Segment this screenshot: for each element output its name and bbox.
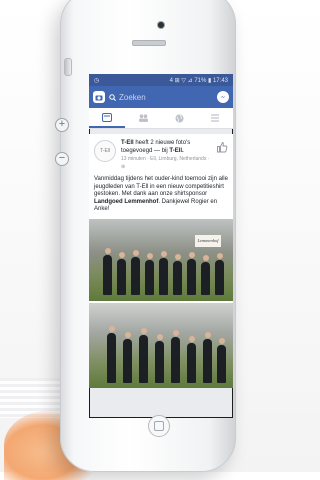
post-with-prefix: — bij — [154, 147, 168, 154]
messenger-icon[interactable] — [217, 91, 229, 103]
post-header: T-Ell T-Ell heeft 2 nieuwe foto's toegev… — [94, 140, 228, 171]
feed-icon — [102, 112, 112, 122]
search-icon — [109, 93, 116, 101]
volume-up-button: + — [55, 118, 69, 132]
avatar-text: T-Ell — [100, 148, 110, 154]
search-bar: Zoeken — [89, 86, 233, 108]
post-text: Vanmiddag tijdens het ouder-kind toernoo… — [94, 176, 228, 214]
volume-down-button: − — [55, 152, 69, 166]
search-placeholder: Zoeken — [119, 92, 146, 102]
post-sponsor-link[interactable]: Landgoed Lemmenhof — [94, 199, 158, 205]
status-indicators: 4 ⊞ ▽ ⊿ 71% ▮ 17:43 — [169, 77, 228, 84]
avatar[interactable]: T-Ell — [94, 140, 116, 162]
friends-icon — [138, 114, 148, 122]
home-button — [148, 415, 170, 437]
post-author-link[interactable]: T-Ell — [121, 140, 134, 146]
earpiece — [132, 40, 166, 46]
post-page-link[interactable]: T-Ell. — [169, 148, 183, 154]
android-icon: ◷ — [94, 77, 100, 84]
photo-sign: Lemmenhof — [195, 234, 221, 247]
post-meta: 13 minuten · Ell, Limburg, Netherlands ·… — [121, 156, 210, 170]
globe-icon — [175, 114, 183, 122]
like-button[interactable] — [216, 140, 228, 158]
post-text-main: Vanmiddag tijdens het ouder-kind toernoo… — [94, 176, 228, 198]
tab-menu[interactable] — [197, 108, 233, 128]
post-photo-2[interactable] — [89, 302, 233, 388]
post-title: T-Ell heeft 2 nieuwe foto's toegevoegd —… — [121, 140, 211, 171]
menu-icon — [211, 114, 219, 122]
tab-world[interactable] — [161, 108, 197, 128]
status-bar: ◷ 4 ⊞ ▽ ⊿ 71% ▮ 17:43 — [89, 74, 233, 86]
feed-post: T-Ell T-Ell heeft 2 nieuwe foto's toegev… — [89, 134, 233, 388]
search-input[interactable]: Zoeken — [109, 90, 213, 104]
tab-friends[interactable] — [125, 108, 161, 128]
mute-switch — [64, 58, 72, 76]
tab-bar — [89, 108, 233, 129]
tab-feed[interactable] — [89, 108, 125, 128]
thumbs-up-icon — [217, 142, 228, 153]
post-photo-1[interactable]: Lemmenhof — [89, 218, 233, 301]
front-camera-icon — [158, 22, 164, 28]
phone-screen: ◷ 4 ⊞ ▽ ⊿ 71% ▮ 17:43 Zoeken T-Ell T-Ell… — [89, 74, 233, 418]
camera-icon[interactable] — [93, 91, 105, 103]
